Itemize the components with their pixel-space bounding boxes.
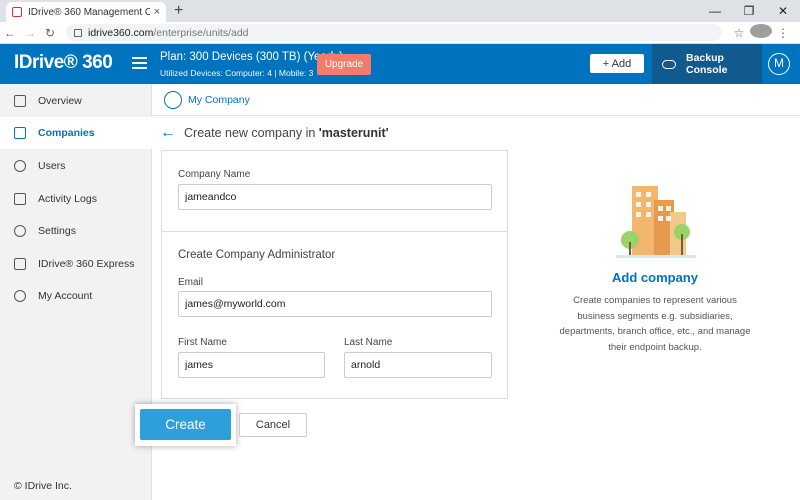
url-host: idrive360.com [88,26,154,39]
browser-tab-bar: IDrive® 360 Management Conso × + — ❐ ✕ [0,0,800,22]
last-name-input[interactable] [344,352,492,378]
settings-icon [14,225,26,237]
app-header: IDrive® 360 Plan: 300 Devices (300 TB) (… [0,44,800,84]
companies-icon [14,127,26,139]
sidebar-item-express[interactable]: IDrive® 360 Express [0,248,152,280]
minimize-icon[interactable]: — [698,0,732,22]
company-icon [164,90,182,109]
heading-prefix: Create new company in [184,126,319,140]
profile-icon[interactable] [750,24,772,41]
company-name-label: Company Name [178,169,251,180]
tab-title: IDrive® 360 Management Conso [28,6,150,18]
device-usage: Utilized Devices: Computer: 4 | Mobile: … [160,68,314,78]
url-path: /enterprise/units/add [153,26,249,39]
url-field[interactable]: idrive360.com/enterprise/units/add [66,24,722,41]
add-company-description: Create companies to represent various bu… [559,295,751,353]
address-bar: ← → ↻ idrive360.com/enterprise/units/add… [0,22,800,44]
backup-console-button[interactable]: Backup Console [652,44,762,84]
sidebar-item-label: My Account [38,290,93,302]
window-controls: — ❐ ✕ [698,0,800,22]
sidebar-item-label: Overview [38,95,82,107]
first-name-label: First Name [178,337,227,348]
activity-logs-icon [14,193,26,205]
email-label: Email [178,277,204,288]
add-button[interactable]: + Add [590,54,644,73]
sidebar-item-label: Companies [38,127,95,139]
sidebar-item-companies[interactable]: Companies [0,117,152,149]
users-icon [14,160,26,172]
hamburger-menu-icon[interactable] [132,57,147,69]
my-account-icon [14,290,26,302]
sidebar-item-label: Settings [38,225,76,237]
express-icon [14,258,26,270]
sidebar-item-label: Activity Logs [38,193,97,205]
email-input[interactable] [178,291,492,317]
company-form: Company Name Create Company Administrato… [161,150,508,399]
admin-section-title: Create Company Administrator [178,249,336,261]
sidebar-item-my-account[interactable]: My Account [0,280,152,312]
idrive-favicon-icon [12,7,22,17]
idrive-logo[interactable]: IDrive® 360 [14,52,113,74]
cloud-icon [662,59,676,69]
close-window-icon[interactable]: ✕ [766,0,800,22]
create-button[interactable]: Create [140,409,231,440]
overview-icon [14,95,26,107]
sidebar-item-label: Users [38,160,66,172]
back-arrow-icon[interactable]: ← [160,124,176,142]
page-title: Create new company in 'masterunit' [184,126,389,140]
forward-icon[interactable]: → [20,26,40,40]
more-menu-icon[interactable]: ⋮ [772,26,794,40]
last-name-label: Last Name [344,337,393,348]
new-tab-button[interactable]: + [174,2,183,20]
cancel-button[interactable]: Cancel [239,413,307,437]
copyright: © IDrive Inc. [14,480,72,492]
add-company-title: Add company [612,270,698,285]
tab-close-icon[interactable]: × [154,6,160,18]
breadcrumb-my-company[interactable]: My Company [188,94,250,106]
company-buildings-illustration [616,186,696,258]
sidebar-item-users[interactable]: Users [0,150,152,182]
heading-unit: 'masterunit' [318,126,389,140]
browser-tab[interactable]: IDrive® 360 Management Conso × [6,2,166,22]
sidebar: Overview Companies Users Activity Logs S… [0,84,152,500]
sidebar-item-activity-logs[interactable]: Activity Logs [0,183,152,215]
back-icon[interactable]: ← [0,26,20,40]
reload-icon[interactable]: ↻ [40,26,60,40]
create-button-highlight: Create [135,404,236,446]
restore-icon[interactable]: ❐ [732,0,766,22]
sidebar-item-settings[interactable]: Settings [0,215,152,247]
first-name-input[interactable] [178,352,325,378]
plan-info: Plan: 300 Devices (300 TB) (Yearly) [160,51,343,63]
lock-icon [74,28,82,37]
company-name-input[interactable] [178,184,492,210]
upgrade-button[interactable]: Upgrade [317,54,371,75]
form-divider [162,231,507,232]
sidebar-item-overview[interactable]: Overview [0,85,152,117]
breadcrumb: My Company [152,84,800,116]
user-avatar[interactable]: M [768,53,790,75]
bookmark-star-icon[interactable]: ☆ [728,26,750,40]
sidebar-item-label: IDrive® 360 Express [38,258,135,270]
backup-console-label: Backup Console [686,52,728,76]
